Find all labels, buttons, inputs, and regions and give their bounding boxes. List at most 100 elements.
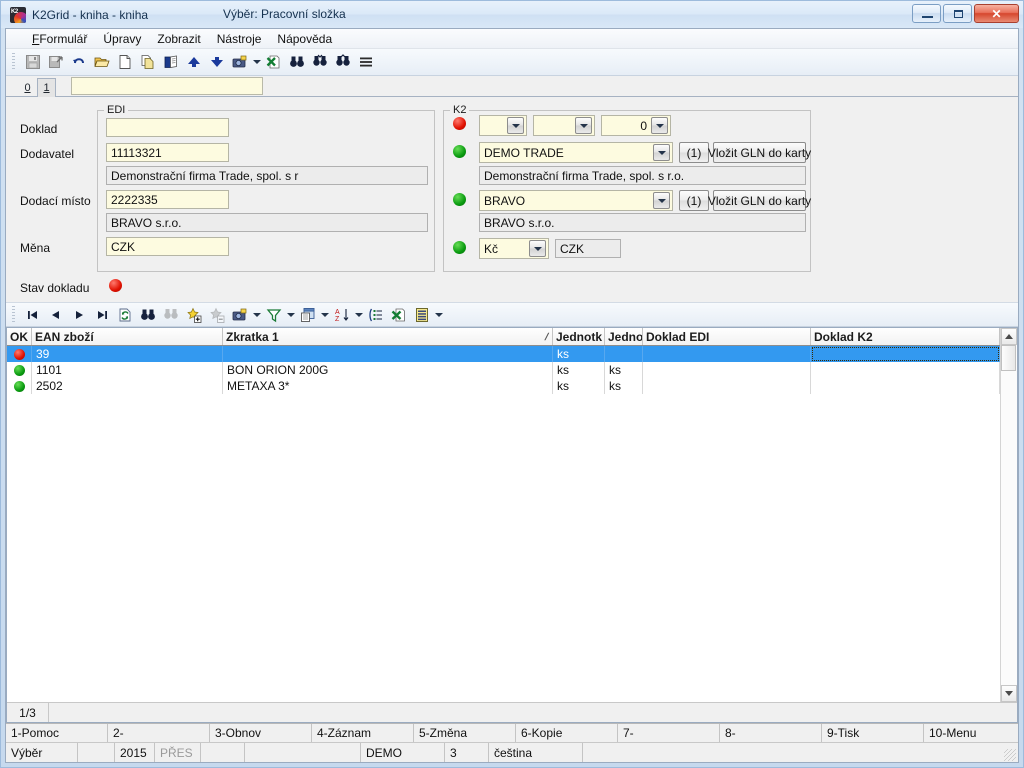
scroll-up-button[interactable] bbox=[1001, 328, 1017, 345]
column-header-jednotk[interactable]: Jednotk bbox=[553, 328, 605, 345]
sort-az-icon[interactable]: AZ bbox=[330, 304, 353, 326]
first-record-icon[interactable] bbox=[21, 304, 44, 326]
scrollbar-thumb[interactable] bbox=[1001, 345, 1016, 371]
k2-combo-delivery[interactable]: BRAVO bbox=[479, 190, 673, 211]
k2-supplier-gln-button[interactable]: Vložit GLN do karty bbox=[708, 142, 811, 163]
cell-jednotk[interactable]: ks bbox=[553, 362, 605, 378]
cell-zkratka[interactable]: METAXA 3* bbox=[223, 378, 553, 394]
k2-combo-currency[interactable]: Kč bbox=[479, 238, 549, 259]
cell-jedno[interactable] bbox=[605, 346, 643, 362]
cell-jedno[interactable]: ks bbox=[605, 378, 643, 394]
menu-formular[interactable]: FFormulář bbox=[24, 30, 95, 48]
k2-supplier-count-button[interactable]: (1) bbox=[679, 142, 709, 163]
find-icon[interactable] bbox=[285, 51, 308, 73]
cell-doklad-k2[interactable] bbox=[811, 346, 1000, 362]
close-button[interactable]: ✕ bbox=[974, 4, 1019, 23]
k2-combo-doctype[interactable] bbox=[479, 115, 527, 136]
k2-combo-docnumber[interactable]: 0 bbox=[601, 115, 671, 136]
fkey-6-kopie[interactable]: 6-Kopie bbox=[516, 724, 618, 742]
scrollbar-track[interactable] bbox=[1001, 345, 1017, 685]
cell-jedno[interactable]: ks bbox=[605, 362, 643, 378]
table-row[interactable]: 2502 METAXA 3* ks ks bbox=[7, 378, 1000, 394]
open-folder-icon[interactable] bbox=[90, 51, 113, 73]
fkey-10-menu[interactable]: 10-Menu bbox=[924, 724, 1018, 742]
edi-dodavatel-input[interactable]: 11113321 bbox=[106, 143, 229, 162]
copy-icon[interactable] bbox=[136, 51, 159, 73]
column-header-doklad-k2[interactable]: Doklad K2 bbox=[811, 328, 1000, 345]
grid-toolbar-grip[interactable] bbox=[12, 305, 15, 324]
tree-view-icon[interactable] bbox=[364, 304, 387, 326]
restore-button[interactable] bbox=[943, 4, 972, 23]
k2-delivery-gln-button[interactable]: Vložit GLN do karty bbox=[708, 190, 811, 211]
edi-mena-input[interactable]: CZK bbox=[106, 237, 229, 256]
columns-icon[interactable] bbox=[410, 304, 433, 326]
column-header-zkratka[interactable]: Zkratka 1 / bbox=[223, 328, 553, 345]
camera-dropdown-arrow[interactable] bbox=[251, 51, 262, 73]
columns-dropdown-arrow[interactable] bbox=[433, 304, 444, 326]
chevron-down-icon[interactable] bbox=[575, 117, 592, 134]
add-record-icon[interactable] bbox=[182, 304, 205, 326]
filter-dropdown-arrow[interactable] bbox=[285, 304, 296, 326]
filter-icon[interactable] bbox=[262, 304, 285, 326]
k2-delivery-count-button[interactable]: (1) bbox=[679, 190, 709, 211]
cell-ean[interactable]: 1101 bbox=[32, 362, 223, 378]
new-document-icon[interactable] bbox=[113, 51, 136, 73]
next-record-icon[interactable] bbox=[67, 304, 90, 326]
column-header-ean[interactable]: EAN zboží bbox=[32, 328, 223, 345]
group-by-icon[interactable] bbox=[296, 304, 319, 326]
column-header-jedno[interactable]: Jedno bbox=[605, 328, 643, 345]
cell-jednotk[interactable]: ks bbox=[553, 346, 605, 362]
table-row[interactable]: 1101 BON ORION 200G ks ks bbox=[7, 362, 1000, 378]
undo-icon[interactable] bbox=[67, 51, 90, 73]
save-as-icon[interactable] bbox=[44, 51, 67, 73]
menu-nastroje[interactable]: Nástroje bbox=[209, 30, 270, 48]
group-dropdown-arrow[interactable] bbox=[319, 304, 330, 326]
cell-zkratka[interactable]: BON ORION 200G bbox=[223, 362, 553, 378]
last-record-icon[interactable] bbox=[90, 304, 113, 326]
scroll-down-button[interactable] bbox=[1001, 685, 1017, 702]
column-header-doklad-edi[interactable]: Doklad EDI bbox=[643, 328, 811, 345]
chevron-down-icon[interactable] bbox=[653, 144, 670, 161]
cell-ean[interactable]: 39 bbox=[32, 346, 223, 362]
menu-zobrazit[interactable]: Zobrazit bbox=[149, 30, 208, 48]
save-icon[interactable] bbox=[21, 51, 44, 73]
fkey-8[interactable]: 8- bbox=[720, 724, 822, 742]
k2-combo-docbook[interactable] bbox=[533, 115, 595, 136]
find-icon[interactable] bbox=[136, 304, 159, 326]
move-down-icon[interactable] bbox=[205, 51, 228, 73]
camera-dropdown-arrow[interactable] bbox=[251, 304, 262, 326]
export-excel-icon[interactable] bbox=[262, 51, 285, 73]
prev-record-icon[interactable] bbox=[44, 304, 67, 326]
menu-napoveda[interactable]: Nápověda bbox=[269, 30, 340, 48]
menu-upravy[interactable]: Úpravy bbox=[95, 30, 149, 48]
cell-jednotk[interactable]: ks bbox=[553, 378, 605, 394]
chevron-down-icon[interactable] bbox=[507, 117, 524, 134]
toolbar-grip[interactable] bbox=[12, 53, 15, 71]
tab-1[interactable]: 1 bbox=[37, 78, 56, 97]
move-up-icon[interactable] bbox=[182, 51, 205, 73]
refresh-icon[interactable] bbox=[113, 304, 136, 326]
book-icon[interactable] bbox=[159, 51, 182, 73]
tab-search-field[interactable] bbox=[71, 77, 263, 95]
list-menu-icon[interactable] bbox=[354, 51, 377, 73]
chevron-down-icon[interactable] bbox=[651, 117, 668, 134]
cell-ean[interactable]: 2502 bbox=[32, 378, 223, 394]
fkey-4-zaznam[interactable]: 4-Záznam bbox=[312, 724, 414, 742]
chevron-down-icon[interactable] bbox=[653, 192, 670, 209]
chevron-down-icon[interactable] bbox=[529, 240, 546, 257]
edi-dodaci-misto-input[interactable]: 2222335 bbox=[106, 190, 229, 209]
cell-doklad-edi[interactable] bbox=[643, 362, 811, 378]
resize-grip[interactable] bbox=[1004, 749, 1016, 761]
cell-doklad-edi[interactable] bbox=[643, 378, 811, 394]
minimize-button[interactable] bbox=[912, 4, 941, 23]
fkey-3-obnov[interactable]: 3-Obnov bbox=[210, 724, 312, 742]
cell-doklad-k2[interactable] bbox=[811, 362, 1000, 378]
k2-combo-supplier[interactable]: DEMO TRADE bbox=[479, 142, 673, 163]
cell-zkratka[interactable] bbox=[223, 346, 553, 362]
edi-doklad-input[interactable] bbox=[106, 118, 229, 137]
fkey-9-tisk[interactable]: 9-Tisk bbox=[822, 724, 924, 742]
camera-icon[interactable] bbox=[228, 304, 251, 326]
column-header-ok[interactable]: OK bbox=[7, 328, 32, 345]
camera-icon[interactable] bbox=[228, 51, 251, 73]
table-row[interactable]: 39 ks bbox=[7, 346, 1000, 362]
